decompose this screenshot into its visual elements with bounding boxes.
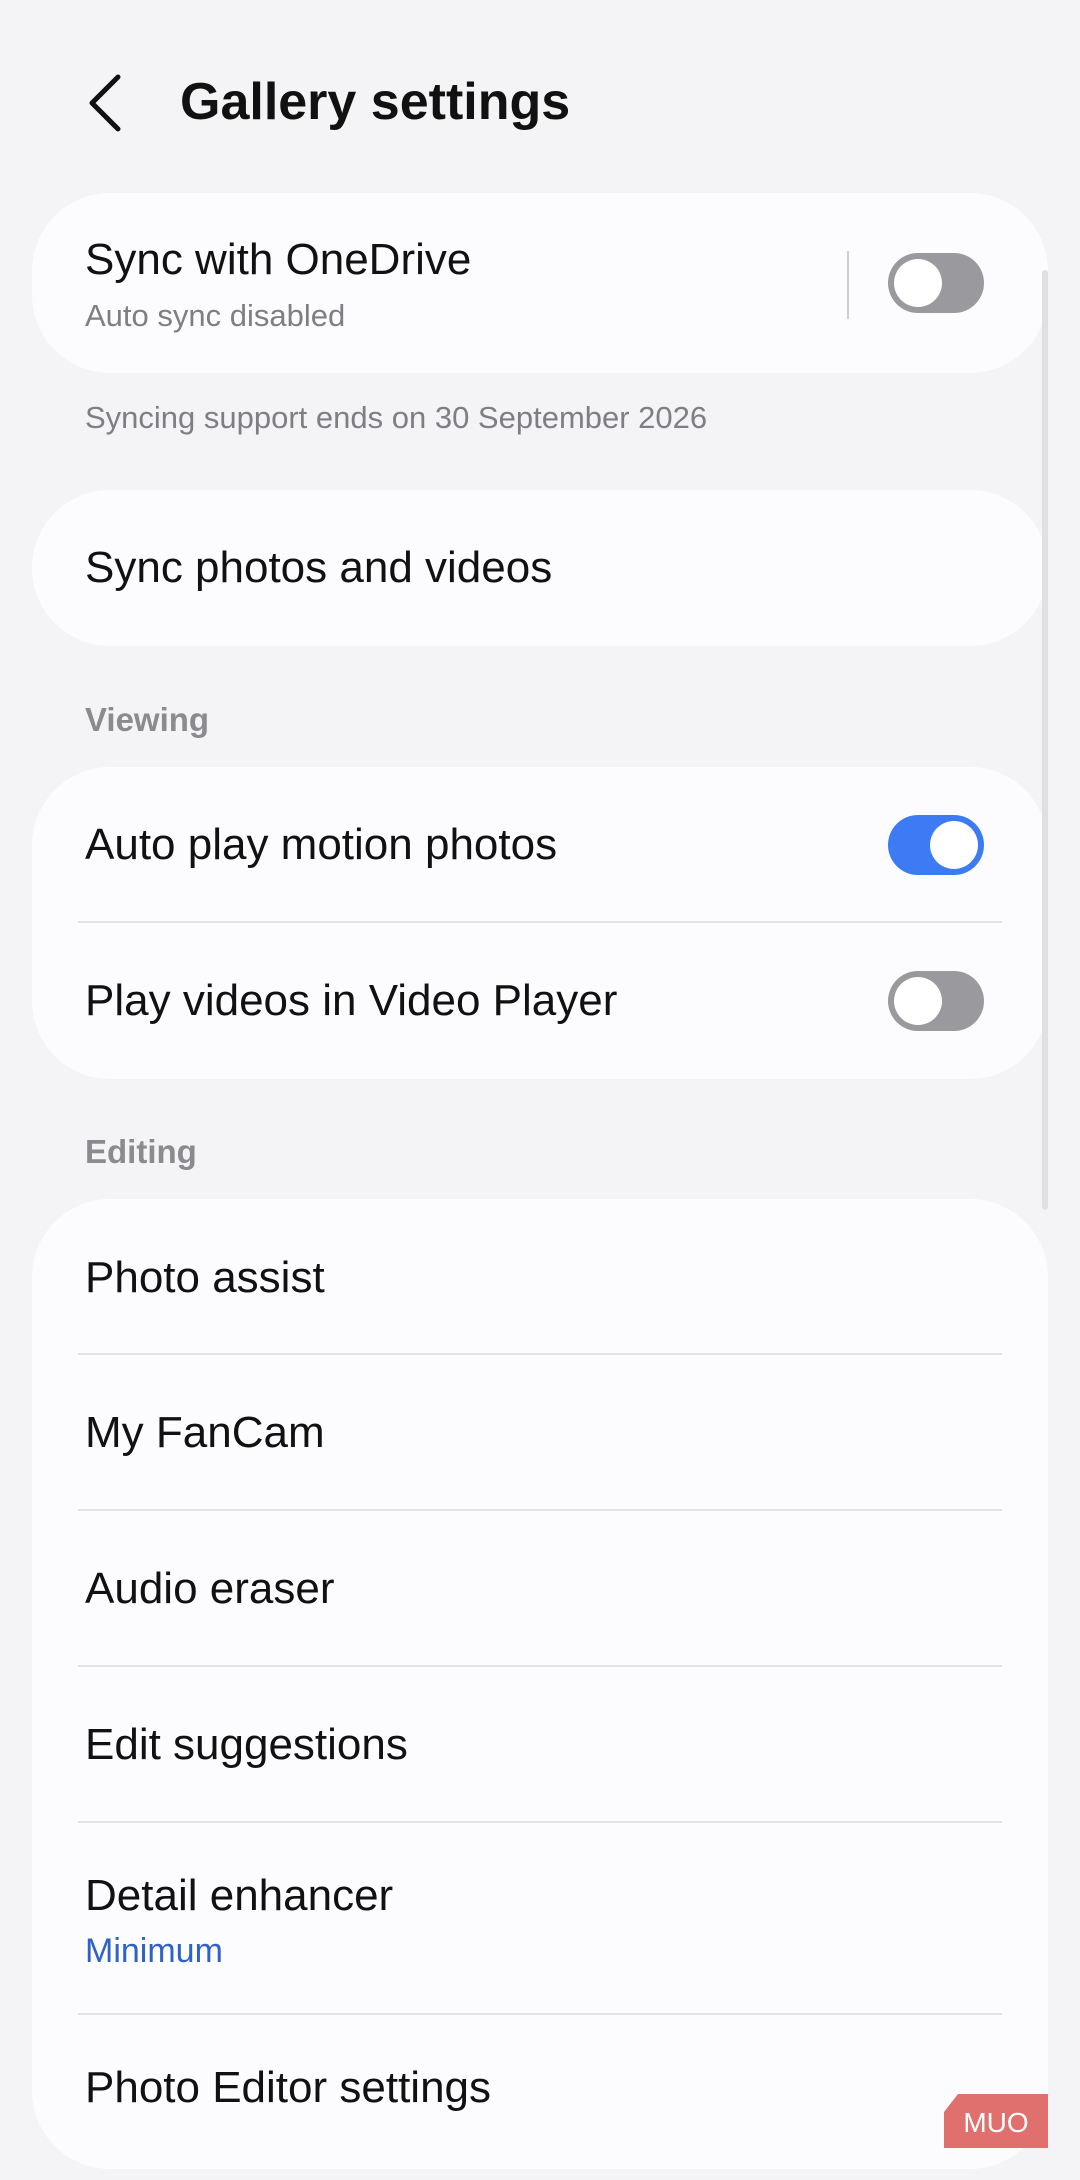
edit-suggestions-label: Edit suggestions: [85, 1720, 408, 1769]
editing-card: Photo assist My FanCam Audio eraser Edit…: [32, 1199, 1048, 2169]
sync-photos-card: Sync photos and videos: [32, 490, 1048, 646]
edit-suggestions-row[interactable]: Edit suggestions: [32, 1667, 1048, 1823]
muo-watermark-logo: MUO: [944, 2094, 1048, 2148]
detail-enhancer-row[interactable]: Detail enhancer Minimum: [32, 1823, 1048, 2015]
photo-assist-label: Photo assist: [85, 1253, 325, 1302]
sync-onedrive-toggle[interactable]: [888, 253, 984, 313]
my-fancam-row[interactable]: My FanCam: [32, 1355, 1048, 1511]
photo-assist-row[interactable]: Photo assist: [32, 1199, 1048, 1355]
chevron-left-icon: [89, 74, 121, 132]
auto-play-motion-photos-toggle[interactable]: [888, 815, 984, 875]
onedrive-card: Sync with OneDrive Auto sync disabled: [32, 193, 1048, 373]
auto-play-motion-photos-label: Auto play motion photos: [85, 820, 558, 869]
back-button[interactable]: [68, 58, 144, 148]
my-fancam-label: My FanCam: [85, 1408, 325, 1457]
sync-onedrive-status: Auto sync disabled: [85, 298, 346, 333]
page-title: Gallery settings: [180, 73, 571, 131]
audio-eraser-label: Audio eraser: [85, 1564, 335, 1613]
sync-photos-row[interactable]: Sync photos and videos: [32, 490, 1048, 646]
play-videos-label: Play videos in Video Player: [85, 976, 618, 1025]
sync-onedrive-label: Sync with OneDrive: [85, 235, 472, 284]
scrollbar[interactable]: [1042, 270, 1048, 1210]
row-divider-vertical: [847, 251, 849, 319]
muo-watermark-text: MUO: [963, 2107, 1028, 2138]
detail-enhancer-label: Detail enhancer: [85, 1871, 394, 1920]
photo-editor-settings-row[interactable]: Photo Editor settings: [32, 2015, 1048, 2169]
app-bar: Gallery settings: [0, 0, 1080, 190]
sync-photos-label: Sync photos and videos: [85, 543, 553, 592]
photo-editor-settings-label: Photo Editor settings: [85, 2063, 492, 2112]
play-videos-toggle[interactable]: [888, 971, 984, 1031]
toggle-knob: [894, 977, 942, 1025]
auto-play-motion-photos-row[interactable]: Auto play motion photos: [32, 767, 1048, 923]
section-header-viewing: Viewing: [85, 701, 210, 738]
toggle-knob: [930, 821, 978, 869]
sync-onedrive-row[interactable]: Sync with OneDrive Auto sync disabled: [32, 193, 1048, 373]
viewing-card: Auto play motion photos Play videos in V…: [32, 767, 1048, 1079]
audio-eraser-row[interactable]: Audio eraser: [32, 1511, 1048, 1667]
onedrive-support-note: Syncing support ends on 30 September 202…: [85, 400, 708, 435]
play-videos-row[interactable]: Play videos in Video Player: [32, 923, 1048, 1079]
detail-enhancer-value: Minimum: [85, 1932, 223, 1970]
section-header-editing: Editing: [85, 1133, 197, 1170]
toggle-knob: [894, 259, 942, 307]
